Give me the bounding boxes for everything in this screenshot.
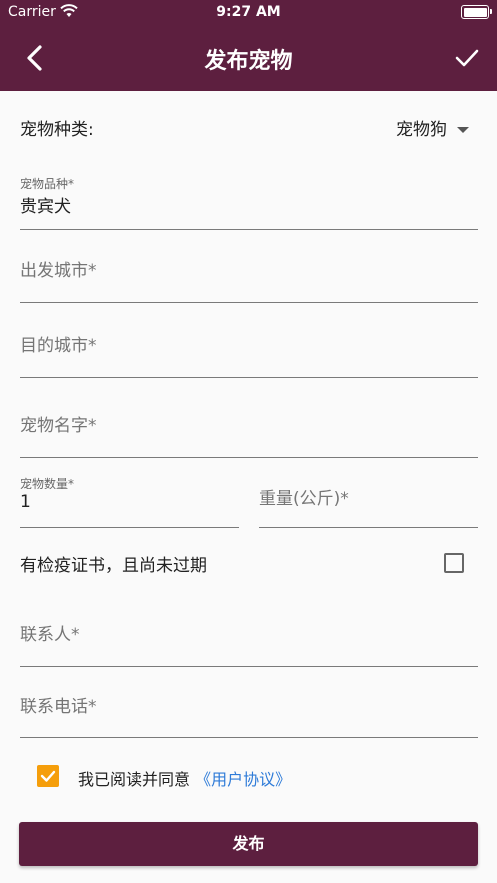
pet-quantity-field[interactable]: 宠物数量* 1 xyxy=(20,472,239,528)
quarantine-row: 有检疫证书，且尚未过期 xyxy=(20,551,477,577)
quarantine-label: 有检疫证书，且尚未过期 xyxy=(20,556,207,576)
pet-type-select[interactable]: 宠物狗 xyxy=(396,115,469,140)
page-title: 发布宠物 xyxy=(204,49,293,74)
quarantine-checkbox[interactable] xyxy=(444,553,464,573)
departure-city-field[interactable]: 出发城市* xyxy=(20,246,478,303)
contact-phone-placeholder: 联系电话* xyxy=(20,697,97,717)
agreement-checkbox[interactable] xyxy=(37,765,59,787)
pet-quantity-value: 1 xyxy=(20,492,31,512)
agreement-text: 我已阅读并同意 《用户协议》 xyxy=(78,766,291,790)
contact-phone-field[interactable]: 联系电话* xyxy=(20,682,478,738)
user-agreement-link[interactable]: 《用户协议》 xyxy=(195,770,291,789)
pet-type-label: 宠物种类: xyxy=(20,120,94,140)
breed-value: 贵宾犬 xyxy=(20,197,71,217)
pet-type-value: 宠物狗 xyxy=(396,120,447,140)
agreement-label: 我已阅读并同意 xyxy=(78,770,191,789)
destination-city-field[interactable]: 目的城市* xyxy=(20,320,478,378)
breed-field[interactable]: 宠物品种* 贵宾犬 xyxy=(20,172,478,230)
publish-button[interactable]: 发布 xyxy=(19,822,478,866)
status-time: 9:27 AM xyxy=(216,4,281,20)
app-bar: Carrier 9:27 AM 发布宠物 xyxy=(0,0,497,91)
dropdown-caret-icon xyxy=(457,127,469,133)
pet-name-placeholder: 宠物名字* xyxy=(20,416,97,436)
battery-icon xyxy=(461,5,492,19)
checkmark-icon xyxy=(40,770,56,782)
contact-person-placeholder: 联系人* xyxy=(20,625,80,645)
weight-placeholder: 重量(公斤)* xyxy=(259,489,349,509)
departure-city-placeholder: 出发城市* xyxy=(20,261,97,281)
status-bar: Carrier 9:27 AM xyxy=(0,0,497,24)
breed-label: 宠物品种* xyxy=(20,177,75,191)
weight-field[interactable]: 重量(公斤)* xyxy=(259,472,478,528)
pet-type-row: 宠物种类: 宠物狗 xyxy=(20,115,477,141)
destination-city-placeholder: 目的城市* xyxy=(20,336,97,356)
pet-quantity-label: 宠物数量* xyxy=(20,477,75,491)
screen: Carrier 9:27 AM 发布宠物 宠物种类: 宠物狗 宠物品种* 贵宾犬 xyxy=(0,0,497,883)
pet-name-field[interactable]: 宠物名字* xyxy=(20,400,478,458)
check-icon[interactable] xyxy=(455,47,479,69)
contact-person-field[interactable]: 联系人* xyxy=(20,610,478,667)
